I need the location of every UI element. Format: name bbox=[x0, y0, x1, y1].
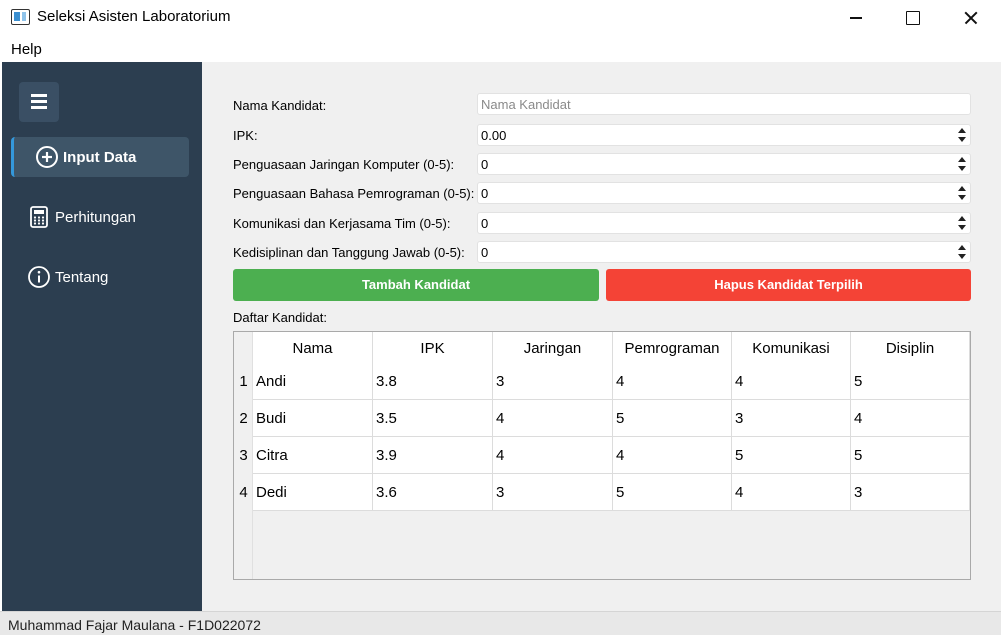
window-title: Seleksi Asisten Laboratorium bbox=[37, 8, 231, 25]
komunikasi-spinbox[interactable]: 0 bbox=[477, 212, 971, 234]
hamburger-menu-button[interactable] bbox=[19, 82, 59, 122]
menu-help[interactable]: Help bbox=[11, 41, 42, 58]
jaringan-value: 0 bbox=[481, 157, 489, 172]
table-cell[interactable]: 3 bbox=[732, 400, 851, 437]
calculator-icon bbox=[30, 206, 48, 228]
hamburger-icon-line bbox=[31, 100, 47, 103]
menu-bar: Help bbox=[0, 36, 1001, 62]
table-cell[interactable]: 4 bbox=[613, 363, 732, 400]
komunikasi-value: 0 bbox=[481, 216, 489, 231]
table-cell[interactable]: 5 bbox=[613, 474, 732, 511]
jaringan-spinbox[interactable]: 0 bbox=[477, 153, 971, 175]
hamburger-icon-line bbox=[31, 94, 47, 97]
table-cell[interactable]: 4 bbox=[851, 400, 970, 437]
close-button[interactable] bbox=[947, 0, 993, 36]
spin-arrows-icon[interactable] bbox=[956, 244, 969, 261]
row-number[interactable]: 1 bbox=[234, 373, 253, 390]
sidebar-item-label: Perhitungan bbox=[55, 209, 136, 226]
row-number[interactable]: 2 bbox=[234, 410, 253, 427]
label-jaringan: Penguasaan Jaringan Komputer (0-5): bbox=[233, 157, 455, 172]
table-row[interactable]: Dedi 3.6 3 5 4 3 bbox=[253, 474, 970, 511]
plus-circle-icon bbox=[36, 146, 58, 168]
table-cell[interactable]: 3.6 bbox=[373, 474, 493, 511]
pemrograman-value: 0 bbox=[481, 186, 489, 201]
label-pemrograman: Penguasaan Bahasa Pemrograman (0-5): bbox=[233, 186, 475, 201]
disiplin-value: 0 bbox=[481, 245, 489, 260]
spin-arrows-icon[interactable] bbox=[956, 215, 969, 232]
sidebar-item-label: Tentang bbox=[55, 269, 109, 286]
sidebar-item-tentang[interactable]: Tentang bbox=[11, 257, 189, 297]
row-number[interactable]: 4 bbox=[234, 484, 253, 501]
ipk-value: 0.00 bbox=[481, 128, 507, 143]
sidebar-item-perhitungan[interactable]: Perhitungan bbox=[11, 197, 189, 237]
spin-arrows-icon[interactable] bbox=[956, 185, 969, 202]
table-cell[interactable]: 4 bbox=[613, 437, 732, 474]
table-cell[interactable]: Andi bbox=[253, 363, 373, 400]
minimize-button[interactable] bbox=[833, 0, 879, 36]
disiplin-spinbox[interactable]: 0 bbox=[477, 241, 971, 263]
table-cell[interactable]: 3.9 bbox=[373, 437, 493, 474]
hamburger-icon-line bbox=[31, 106, 47, 109]
nama-kandidat-input[interactable]: Nama Kandidat bbox=[477, 93, 971, 115]
main-panel: Nama Kandidat: Nama Kandidat IPK: 0.00 P… bbox=[202, 62, 1001, 611]
table-row[interactable]: Budi 3.5 4 5 3 4 bbox=[253, 400, 970, 437]
candidate-table[interactable]: 1 2 3 4 Nama IPK Jaringan Pemrograman Ko… bbox=[233, 331, 971, 580]
spin-arrows-icon[interactable] bbox=[956, 156, 969, 173]
table-cell[interactable]: 5 bbox=[851, 437, 970, 474]
table-cell[interactable]: 4 bbox=[493, 437, 613, 474]
row-number[interactable]: 3 bbox=[234, 447, 253, 464]
table-cell[interactable]: 3 bbox=[851, 474, 970, 511]
table-cell[interactable]: Citra bbox=[253, 437, 373, 474]
status-bar: Muhammad Fajar Maulana - F1D022072 bbox=[0, 611, 1001, 635]
title-bar: Seleksi Asisten Laboratorium bbox=[0, 0, 1001, 36]
spin-arrows-icon[interactable] bbox=[956, 127, 969, 144]
table-cell[interactable]: Dedi bbox=[253, 474, 373, 511]
label-ipk: IPK: bbox=[233, 128, 258, 143]
sidebar-item-input-data[interactable]: Input Data bbox=[11, 137, 189, 177]
table-cell[interactable]: 5 bbox=[851, 363, 970, 400]
table-cell[interactable]: 3.8 bbox=[373, 363, 493, 400]
table-cell[interactable]: Budi bbox=[253, 400, 373, 437]
app-icon bbox=[11, 9, 30, 25]
table-cell[interactable]: 3 bbox=[493, 474, 613, 511]
ipk-spinbox[interactable]: 0.00 bbox=[477, 124, 971, 146]
table-cell[interactable]: 5 bbox=[613, 400, 732, 437]
table-cell[interactable]: 4 bbox=[732, 474, 851, 511]
table-title: Daftar Kandidat: bbox=[233, 310, 327, 325]
status-text: Muhammad Fajar Maulana - F1D022072 bbox=[8, 617, 261, 633]
table-cell[interactable]: 3 bbox=[493, 363, 613, 400]
pemrograman-spinbox[interactable]: 0 bbox=[477, 182, 971, 204]
maximize-button[interactable] bbox=[889, 0, 935, 36]
info-icon bbox=[28, 266, 50, 288]
table-cell[interactable]: 4 bbox=[732, 363, 851, 400]
table-cell[interactable]: 4 bbox=[493, 400, 613, 437]
label-nama-kandidat: Nama Kandidat: bbox=[233, 98, 327, 113]
delete-candidate-button[interactable]: Hapus Kandidat Terpilih bbox=[606, 269, 971, 301]
sidebar: Input Data Perhitungan Tentang bbox=[2, 62, 202, 611]
table-row[interactable]: Citra 3.9 4 4 5 5 bbox=[253, 437, 970, 474]
label-komunikasi: Komunikasi dan Kerjasama Tim (0-5): bbox=[233, 216, 451, 231]
table-cell[interactable]: 3.5 bbox=[373, 400, 493, 437]
row-header-column: 1 2 3 4 bbox=[234, 332, 253, 579]
label-disiplin: Kedisiplinan dan Tanggung Jawab (0-5): bbox=[233, 245, 465, 260]
table-row[interactable]: Andi 3.8 3 4 4 5 bbox=[253, 363, 970, 400]
sidebar-item-label: Input Data bbox=[63, 149, 137, 166]
table-cell[interactable]: 5 bbox=[732, 437, 851, 474]
add-candidate-button[interactable]: Tambah Kandidat bbox=[233, 269, 599, 301]
